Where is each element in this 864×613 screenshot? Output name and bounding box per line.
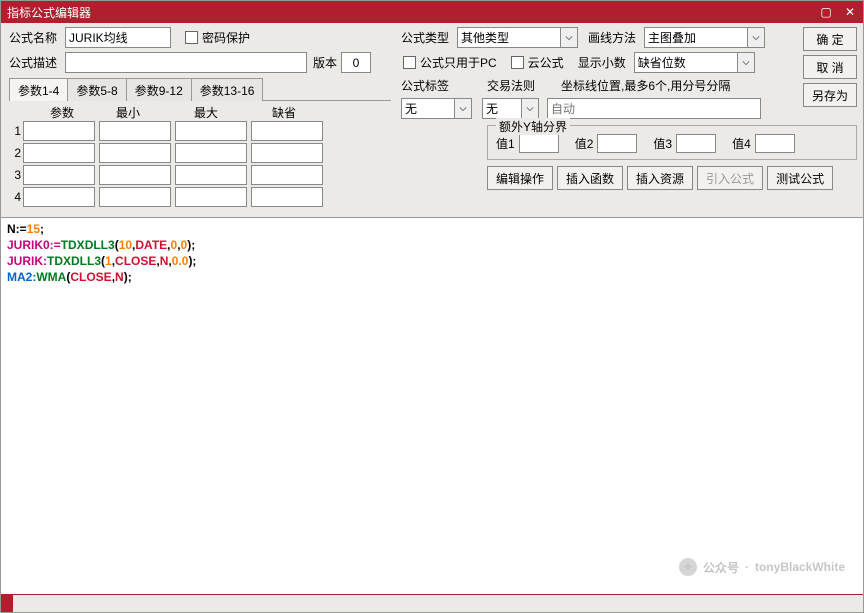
label-cursor-hint: 坐标线位置,最多6个,用分号分隔 bbox=[561, 77, 730, 94]
formula-tag-combo[interactable] bbox=[401, 98, 472, 119]
param-row: 4 bbox=[9, 187, 391, 207]
label-name: 公式名称 bbox=[9, 29, 65, 46]
label-decimal: 显示小数 bbox=[578, 54, 634, 71]
param-name-2[interactable] bbox=[23, 143, 95, 163]
chevron-down-icon[interactable] bbox=[738, 52, 755, 73]
titlebar: 指标公式编辑器 ▢ ✕ bbox=[1, 1, 863, 23]
label-rule: 交易法则 bbox=[487, 77, 561, 94]
header-default: 缺省 bbox=[245, 104, 323, 121]
label-type: 公式类型 bbox=[401, 29, 457, 46]
param-max-4[interactable] bbox=[175, 187, 247, 207]
chevron-down-icon[interactable] bbox=[455, 98, 472, 119]
param-def-2[interactable] bbox=[251, 143, 323, 163]
cloud-checkbox[interactable] bbox=[511, 56, 524, 69]
label-version: 版本 bbox=[313, 54, 337, 71]
label-cloud: 云公式 bbox=[528, 54, 564, 71]
extra-y-legend: 额外Y轴分界 bbox=[496, 118, 570, 135]
formula-name-input[interactable] bbox=[65, 27, 171, 48]
save-as-button[interactable]: 另存为 bbox=[803, 83, 857, 107]
y-value-2[interactable] bbox=[597, 134, 637, 153]
param-row: 3 bbox=[9, 165, 391, 185]
param-name-1[interactable] bbox=[23, 121, 95, 141]
password-checkbox[interactable] bbox=[185, 31, 198, 44]
window-title: 指标公式编辑器 bbox=[7, 4, 91, 21]
top-area: 公式名称 密码保护 公式描述 版本 参数1-4 参数5-8 参数9-12 参数1… bbox=[1, 23, 863, 217]
ok-button[interactable]: 确 定 bbox=[803, 27, 857, 51]
edit-op-button[interactable]: 编辑操作 bbox=[487, 166, 553, 190]
wechat-icon: ✦ bbox=[679, 558, 697, 576]
left-panel: 公式名称 密码保护 公式描述 版本 参数1-4 参数5-8 参数9-12 参数1… bbox=[1, 23, 397, 217]
formula-desc-input[interactable] bbox=[65, 52, 307, 73]
param-def-4[interactable] bbox=[251, 187, 323, 207]
param-tabs: 参数1-4 参数5-8 参数9-12 参数13-16 bbox=[9, 77, 391, 101]
y-value-1[interactable] bbox=[519, 134, 559, 153]
header-max: 最大 bbox=[167, 104, 245, 121]
decimal-combo[interactable] bbox=[634, 52, 755, 73]
tab-params-5-8[interactable]: 参数5-8 bbox=[67, 78, 126, 101]
version-input[interactable] bbox=[341, 52, 371, 73]
header-min: 最小 bbox=[89, 104, 167, 121]
formula-type-combo[interactable] bbox=[457, 27, 578, 48]
cursor-position-input[interactable] bbox=[547, 98, 761, 119]
label-draw: 画线方法 bbox=[588, 29, 644, 46]
param-name-4[interactable] bbox=[23, 187, 95, 207]
window: 指标公式编辑器 ▢ ✕ 公式名称 密码保护 公式描述 版本 参数1-4 bbox=[0, 0, 864, 613]
cancel-button[interactable]: 取 消 bbox=[803, 55, 857, 79]
label-tag: 公式标签 bbox=[401, 77, 487, 94]
y-value-3[interactable] bbox=[676, 134, 716, 153]
param-row: 2 bbox=[9, 143, 391, 163]
param-def-3[interactable] bbox=[251, 165, 323, 185]
chevron-down-icon[interactable] bbox=[561, 27, 578, 48]
param-def-1[interactable] bbox=[251, 121, 323, 141]
tab-params-1-4[interactable]: 参数1-4 bbox=[9, 78, 68, 101]
draw-method-combo[interactable] bbox=[644, 27, 765, 48]
param-max-1[interactable] bbox=[175, 121, 247, 141]
y-value-4[interactable] bbox=[755, 134, 795, 153]
param-grid: 1 2 3 bbox=[9, 121, 391, 207]
param-max-3[interactable] bbox=[175, 165, 247, 185]
insert-fn-button[interactable]: 插入函数 bbox=[557, 166, 623, 190]
trade-rule-combo[interactable] bbox=[482, 98, 539, 119]
code-editor[interactable]: N:=15; JURIK0:=TDXDLL3(10,DATE,0,0); JUR… bbox=[1, 217, 863, 596]
label-password: 密码保护 bbox=[202, 29, 250, 46]
param-min-4[interactable] bbox=[99, 187, 171, 207]
param-min-3[interactable] bbox=[99, 165, 171, 185]
test-button[interactable]: 测试公式 bbox=[767, 166, 833, 190]
right-panel: 确 定 取 消 另存为 公式类型 画线方法 公式只用于PC bbox=[397, 23, 863, 217]
chevron-down-icon[interactable] bbox=[522, 98, 539, 119]
param-headers: 参数 最小 最大 缺省 bbox=[9, 104, 391, 121]
param-name-3[interactable] bbox=[23, 165, 95, 185]
close-icon[interactable]: ✕ bbox=[843, 5, 857, 19]
extra-y-fieldset: 额外Y轴分界 值1 值2 值3 值4 bbox=[487, 125, 857, 160]
status-bar bbox=[1, 594, 863, 612]
label-desc: 公式描述 bbox=[9, 54, 65, 71]
param-row: 1 bbox=[9, 121, 391, 141]
chevron-down-icon[interactable] bbox=[748, 27, 765, 48]
tab-params-13-16[interactable]: 参数13-16 bbox=[191, 78, 264, 101]
watermark: ✦ 公众号 · tonyBlackWhite bbox=[679, 558, 845, 576]
minimize-icon[interactable]: ▢ bbox=[819, 5, 833, 19]
pc-only-checkbox[interactable] bbox=[403, 56, 416, 69]
insert-res-button[interactable]: 插入资源 bbox=[627, 166, 693, 190]
header-param: 参数 bbox=[35, 104, 89, 121]
param-max-2[interactable] bbox=[175, 143, 247, 163]
param-min-1[interactable] bbox=[99, 121, 171, 141]
label-pc-only: 公式只用于PC bbox=[420, 54, 497, 71]
tab-params-9-12[interactable]: 参数9-12 bbox=[126, 78, 192, 101]
param-min-2[interactable] bbox=[99, 143, 171, 163]
import-button[interactable]: 引入公式 bbox=[697, 166, 763, 190]
